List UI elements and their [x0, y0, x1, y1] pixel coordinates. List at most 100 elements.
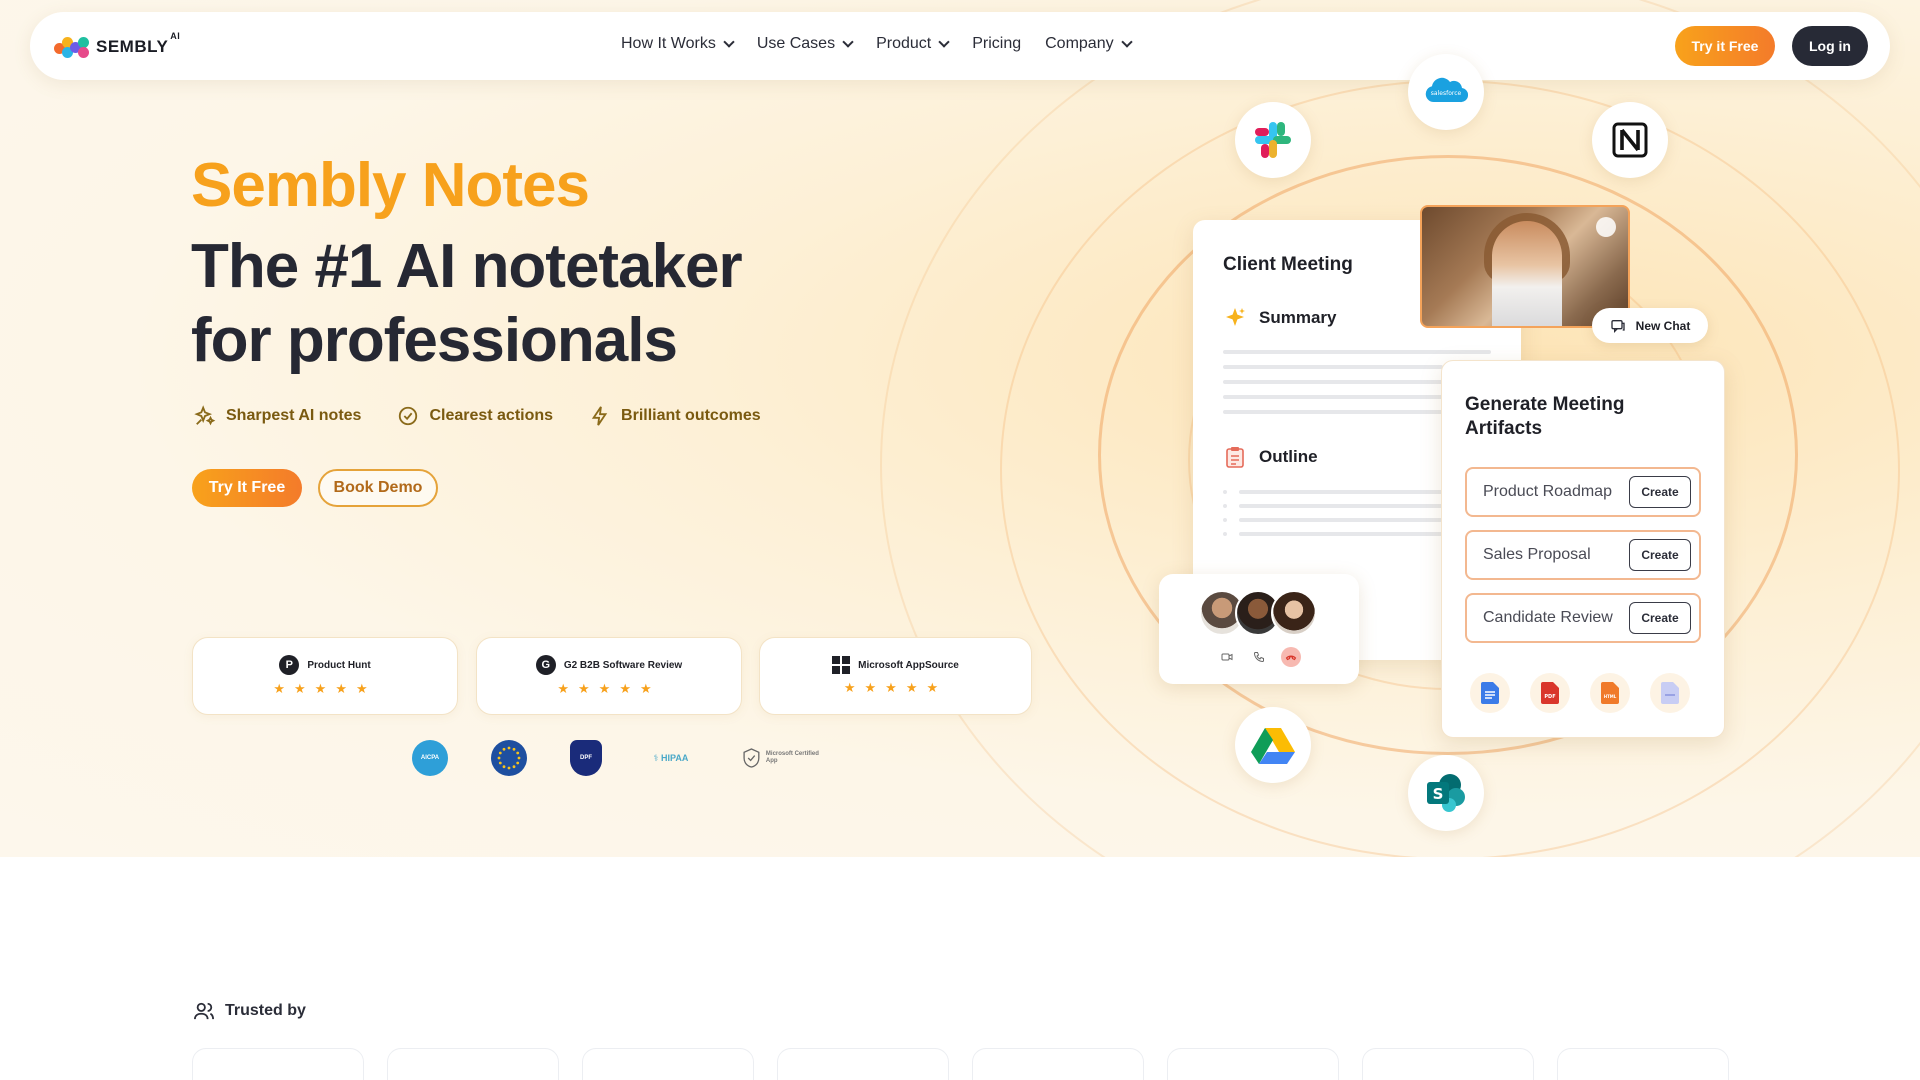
meeting-title: Client Meeting: [1223, 254, 1353, 275]
video-person: [1492, 221, 1562, 326]
customer-logo-card: [192, 1048, 364, 1080]
hero-try-free-button[interactable]: Try It Free: [192, 469, 302, 507]
review-source: G2 B2B Software Review: [563, 659, 683, 671]
google-docs-icon[interactable]: [1470, 673, 1510, 713]
notes-icon[interactable]: [1650, 673, 1690, 713]
review-source: Product Hunt: [307, 659, 371, 671]
customer-logo-card: [1167, 1048, 1339, 1080]
compliance-badges: AICPA DPF ⚕ HIPAA Microsoft Certified Ap…: [412, 740, 863, 776]
microsoft-icon: [832, 656, 851, 674]
pdf-icon[interactable]: PDF: [1530, 673, 1570, 713]
star-rating: ★★★★★: [273, 681, 377, 696]
svg-text:S: S: [1433, 785, 1444, 803]
feature-item: Clearest actions: [397, 405, 553, 427]
lightning-icon: [591, 406, 608, 426]
hero-title: The #1 AI notetaker for professionals: [191, 230, 743, 378]
chevron-down-icon: [842, 36, 854, 48]
feature-item: Sharpest AI notes: [194, 405, 361, 427]
star-rating: ★★★★★: [557, 681, 661, 696]
artifact-label: Product Roadmap: [1483, 483, 1612, 500]
customer-logo-card: [1557, 1048, 1729, 1080]
microsoft-certified-badge-icon: Microsoft Certified App: [740, 740, 820, 776]
create-button[interactable]: Create: [1629, 602, 1691, 634]
bullet: [1223, 518, 1227, 522]
star-rating: ★★★★★: [843, 680, 948, 695]
artifact-label: Candidate Review: [1483, 609, 1613, 626]
participants-card: [1159, 574, 1359, 684]
video-camera-icon[interactable]: [1217, 647, 1237, 667]
product-hunt-icon: P: [279, 655, 300, 675]
sembly-logo[interactable]: SEMBLYAI: [54, 31, 181, 60]
sparkle-icon: [1226, 308, 1245, 326]
hipaa-badge-icon: ⚕ HIPAA: [653, 752, 689, 763]
hero-cta-row: Try It Free Book Demo: [192, 469, 438, 507]
nav-product[interactable]: Product: [876, 35, 950, 53]
review-card-appsource[interactable]: Microsoft AppSource ★★★★★: [759, 637, 1032, 715]
notion-icon[interactable]: [1592, 102, 1668, 178]
nav-menu: How It Works Use Cases Product Pricing C…: [621, 35, 1155, 53]
generate-artifacts-card: Generate Meeting Artifacts Product Roadm…: [1441, 360, 1725, 738]
nav-try-free-button[interactable]: Try it Free: [1675, 26, 1775, 66]
text-placeholder-line: [1223, 395, 1463, 399]
eu-us-dpf-badge-icon: DPF: [570, 740, 602, 776]
svg-text:HTML: HTML: [1604, 694, 1617, 699]
hero-section: SEMBLYAI How It Works Use Cases Product …: [0, 0, 1920, 857]
create-button[interactable]: Create: [1629, 539, 1691, 571]
artifact-label: Sales Proposal: [1483, 546, 1591, 563]
logo-mark-icon: [54, 34, 92, 60]
hang-up-icon[interactable]: [1281, 647, 1301, 667]
chat-icon: [1610, 319, 1625, 333]
feature-list: Sharpest AI notes Clearest actions Brill…: [194, 405, 797, 427]
generate-title: Generate Meeting Artifacts: [1465, 394, 1625, 439]
artifact-row: Sales Proposal Create: [1465, 530, 1701, 580]
feature-item: Brilliant outcomes: [589, 405, 761, 427]
create-button[interactable]: Create: [1629, 476, 1691, 508]
html-icon[interactable]: HTML: [1590, 673, 1630, 713]
customer-logo-card: [582, 1048, 754, 1080]
nav-how-it-works[interactable]: How It Works: [621, 35, 735, 53]
customer-logo-card: [387, 1048, 559, 1080]
bullet: [1223, 532, 1227, 536]
customer-logo-card: [972, 1048, 1144, 1080]
chevron-down-icon: [938, 36, 950, 48]
top-navbar: SEMBLYAI How It Works Use Cases Product …: [30, 12, 1890, 80]
nav-use-cases[interactable]: Use Cases: [757, 35, 854, 53]
artifact-row: Candidate Review Create: [1465, 593, 1701, 643]
customer-logo-card: [1362, 1048, 1534, 1080]
users-icon: [194, 1002, 214, 1020]
logo-text: SEMBLYAI: [96, 31, 181, 56]
svg-text:salesforce: salesforce: [1431, 90, 1462, 97]
customer-logo-card: [777, 1048, 949, 1080]
sparkle-icon: [194, 405, 216, 426]
chevron-down-icon: [723, 36, 735, 48]
outline-section[interactable]: Outline: [1223, 445, 1318, 469]
sharepoint-icon[interactable]: S: [1408, 755, 1484, 831]
gdpr-badge-icon: [491, 740, 527, 776]
trusted-by-heading: Trusted by: [193, 1001, 306, 1021]
summary-section[interactable]: Summary: [1223, 306, 1336, 330]
new-chat-button[interactable]: New Chat: [1592, 308, 1708, 343]
phone-icon[interactable]: [1249, 647, 1269, 667]
nav-company[interactable]: Company: [1045, 35, 1133, 53]
bullet: [1223, 490, 1227, 494]
check-circle-icon: [399, 406, 418, 426]
hero-brand-title: Sembly Notes: [191, 151, 590, 220]
chevron-down-icon: [1120, 36, 1133, 48]
review-source: Microsoft AppSource: [858, 659, 959, 671]
text-placeholder-line: [1223, 350, 1491, 354]
g2-icon: G: [535, 655, 556, 675]
review-card-g2[interactable]: G G2 B2B Software Review ★★★★★: [476, 637, 742, 715]
google-drive-icon[interactable]: [1235, 707, 1311, 783]
nav-pricing[interactable]: Pricing: [972, 35, 1021, 53]
artifact-row: Product Roadmap Create: [1465, 467, 1701, 517]
hero-title-line: The #1 AI notetaker: [191, 232, 743, 301]
login-button[interactable]: Log in: [1792, 26, 1868, 66]
review-card-product-hunt[interactable]: P Product Hunt ★★★★★: [192, 637, 458, 715]
bullet: [1223, 504, 1227, 508]
more-icon[interactable]: [1596, 217, 1616, 237]
video-call-preview[interactable]: [1420, 205, 1630, 328]
slack-icon[interactable]: [1235, 102, 1311, 178]
clipboard-icon: [1226, 447, 1244, 468]
salesforce-icon[interactable]: salesforce: [1408, 54, 1484, 130]
book-demo-button[interactable]: Book Demo: [318, 469, 438, 507]
